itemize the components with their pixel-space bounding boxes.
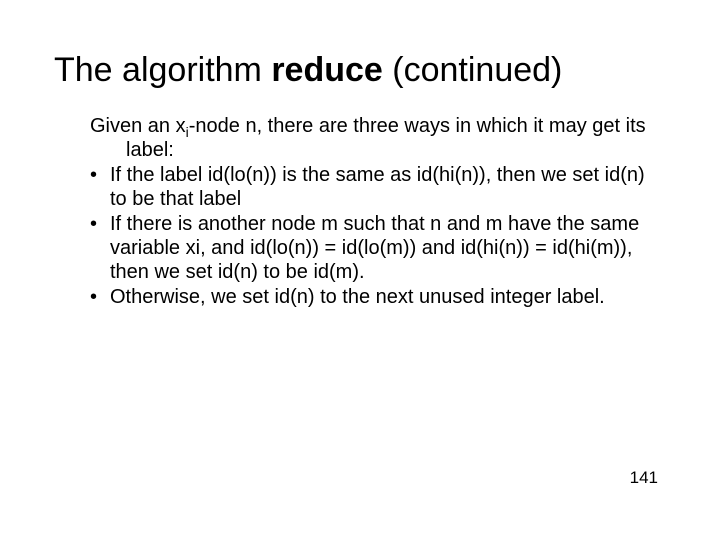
slide-body: Given an xi-node n, there are three ways… — [90, 115, 658, 312]
list-item: • If the label id(lo(n)) is the same as … — [90, 164, 658, 211]
slide: The algorithm reduce (continued) Given a… — [0, 0, 720, 540]
page-number: 141 — [630, 468, 658, 488]
list-item: • Otherwise, we set id(n) to the next un… — [90, 286, 658, 310]
intro-after-sub: -node n, there are three ways in which i… — [126, 115, 646, 161]
bullet-list: • If the label id(lo(n)) is the same as … — [90, 164, 658, 310]
bullet-marker: • — [90, 164, 97, 188]
bullet-marker: • — [90, 286, 97, 310]
bullet-text: If there is another node m such that n a… — [110, 213, 639, 282]
intro-before-sub: Given an x — [90, 115, 186, 137]
title-bold: reduce — [271, 51, 383, 89]
slide-title: The algorithm reduce (continued) — [54, 51, 666, 90]
list-item: • If there is another node m such that n… — [90, 213, 658, 284]
title-post: (continued) — [383, 51, 563, 89]
bullet-text: Otherwise, we set id(n) to the next unus… — [110, 286, 605, 308]
bullet-marker: • — [90, 213, 97, 237]
title-pre: The algorithm — [54, 51, 271, 89]
intro-text: Given an xi-node n, there are three ways… — [90, 115, 658, 162]
bullet-text: If the label id(lo(n)) is the same as id… — [110, 164, 645, 210]
